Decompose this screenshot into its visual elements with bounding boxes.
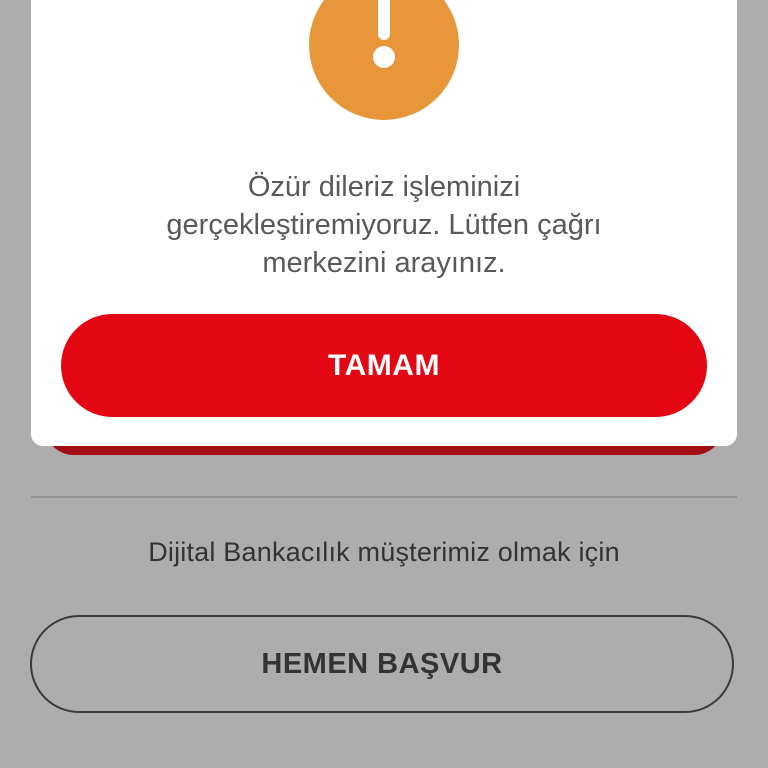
exclamation-dot (373, 46, 395, 68)
exclamation-bar (378, 0, 390, 40)
dialog-message: Özür dileriz işleminizi gerçekleştiremiy… (0, 168, 768, 282)
dialog-message-line: Özür dileriz işleminizi (247, 171, 521, 203)
ok-button[interactable]: TAMAM (61, 314, 707, 417)
dialog-message-line: merkezini arayınız. (262, 247, 506, 279)
dialog-message-line: gerçekleştiremiyoruz. Lütfen çağrı (166, 209, 602, 241)
apply-now-button[interactable]: HEMEN BAŞVUR (30, 615, 734, 713)
digital-banking-prompt: Dijital Bankacılık müşterimiz olmak için (148, 537, 620, 567)
divider (31, 496, 737, 498)
